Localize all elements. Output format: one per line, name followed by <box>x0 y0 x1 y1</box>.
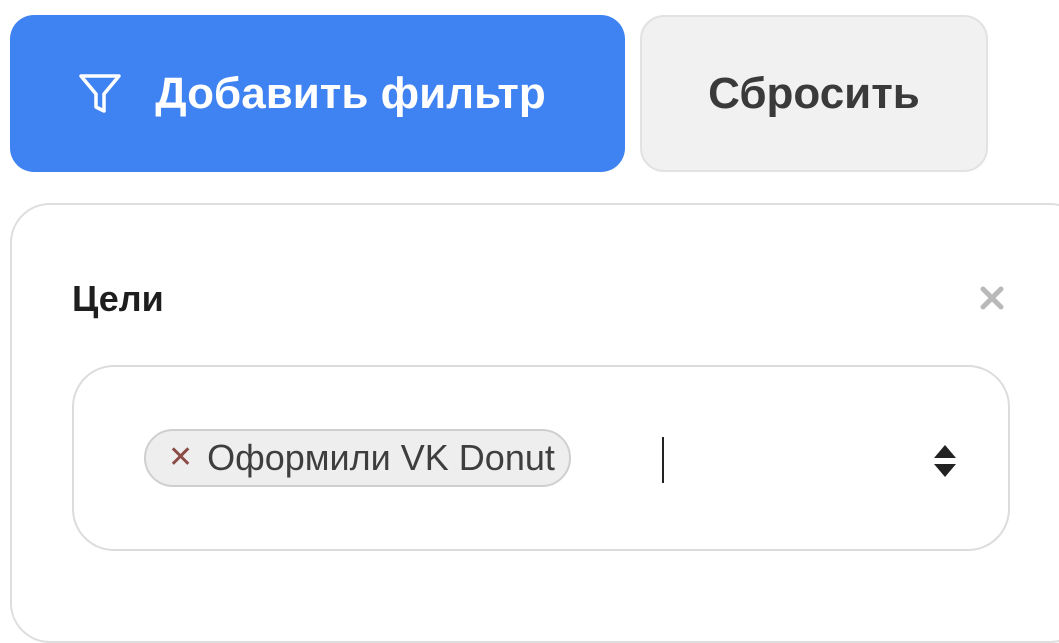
goals-multiselect[interactable]: ✕ Оформили VK Donut <box>72 365 1010 551</box>
add-filter-label: Добавить фильтр <box>155 68 546 118</box>
text-caret <box>662 437 664 483</box>
goals-filter-panel: Цели ✕ Оформили VK Donut <box>10 203 1059 643</box>
reset-label: Сбросить <box>708 68 920 118</box>
selected-tag: ✕ Оформили VK Donut <box>144 429 571 487</box>
reset-button[interactable]: Сбросить <box>640 15 988 172</box>
select-arrows-icon[interactable] <box>932 443 958 479</box>
tag-remove-icon[interactable]: ✕ <box>168 443 193 473</box>
filter-funnel-icon <box>77 71 123 117</box>
add-filter-button[interactable]: Добавить фильтр <box>10 15 625 172</box>
close-icon[interactable] <box>974 280 1010 316</box>
panel-title: Цели <box>72 278 164 319</box>
tag-label: Оформили VK Donut <box>207 437 555 478</box>
